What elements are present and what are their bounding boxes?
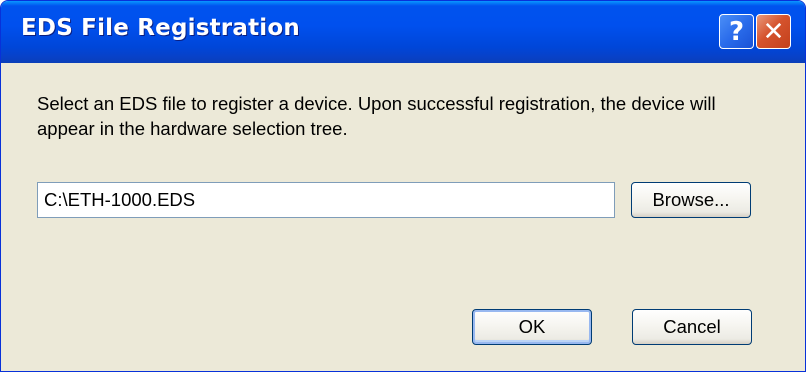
cancel-button[interactable]: Cancel [632, 309, 752, 345]
description-text: Select an EDS file to register a device.… [37, 93, 716, 139]
file-path-input[interactable] [37, 182, 615, 218]
window-title: EDS File Registration [21, 15, 300, 41]
help-icon: ? [728, 16, 745, 47]
ok-button[interactable]: OK [472, 309, 592, 345]
help-button[interactable]: ? [719, 14, 754, 49]
eds-registration-dialog: EDS File Registration ? ✕ Select an EDS … [0, 0, 806, 372]
close-icon: ✕ [762, 16, 785, 47]
title-bar[interactable]: EDS File Registration ? ✕ [1, 1, 805, 63]
close-button[interactable]: ✕ [756, 14, 791, 49]
browse-button[interactable]: Browse... [631, 182, 751, 218]
dialog-body: Select an EDS file to register a device.… [5, 63, 801, 367]
